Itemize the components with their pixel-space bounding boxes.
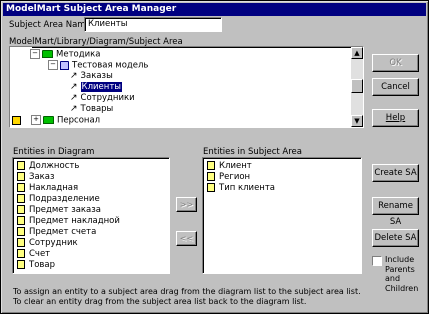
list-item-label: Тип клиента xyxy=(219,183,276,193)
entity-icon xyxy=(207,161,215,170)
list-item-label: Заказ xyxy=(29,172,55,182)
scroll-down-icon[interactable]: ▼ xyxy=(351,115,363,127)
entity-icon xyxy=(17,216,25,225)
tree-item-library-1[interactable]: − Методика xyxy=(30,49,100,60)
entity-icon xyxy=(207,172,215,181)
rename-sa-button[interactable]: Rename SA xyxy=(372,197,419,227)
diagram-list-label: Entities in Diagram xyxy=(13,147,95,157)
create-sa-button[interactable]: Create SA xyxy=(372,164,419,182)
delete-sa-button[interactable]: Delete SA xyxy=(372,229,419,247)
list-item[interactable]: Должность xyxy=(17,161,169,172)
entity-icon xyxy=(17,194,25,203)
tree-item-library-2[interactable]: + Персонал xyxy=(12,115,100,126)
subject-area-icon: ↗ xyxy=(70,93,78,103)
list-item[interactable]: Предмет счета xyxy=(17,227,169,238)
ok-button[interactable]: OK xyxy=(372,54,419,72)
subject-entity-list[interactable]: Клиент Регион Тип клиента xyxy=(202,157,362,274)
subject-area-manager-window: ModelMart Subject Area Manager Subject A… xyxy=(0,0,429,314)
library-icon xyxy=(42,50,53,58)
entity-icon xyxy=(17,172,25,181)
library-icon xyxy=(43,116,54,124)
expand-icon[interactable]: + xyxy=(31,115,41,125)
entity-icon xyxy=(17,205,25,214)
collapse-icon[interactable]: − xyxy=(30,49,40,59)
list-item[interactable]: Заказ xyxy=(17,172,169,183)
list-item-label: Регион xyxy=(219,172,251,182)
list-item[interactable]: Накладная xyxy=(17,183,169,194)
list-item-label: Предмет заказа xyxy=(29,205,101,215)
subject-list-label: Entities in Subject Area xyxy=(203,147,302,157)
list-item[interactable]: Тип клиента xyxy=(207,183,361,194)
tree-scrollbar[interactable]: ▲ ▼ xyxy=(351,47,363,127)
include-parents-label: Include Parents and Children xyxy=(385,255,419,293)
list-item[interactable]: Предмет заказа xyxy=(17,205,169,216)
list-item-label: Подразделение xyxy=(29,194,100,204)
entity-icon xyxy=(17,161,25,170)
subject-area-name-input[interactable]: Клиенты xyxy=(84,17,222,32)
window-title: ModelMart Subject Area Manager xyxy=(3,3,426,16)
list-item[interactable]: Клиент xyxy=(207,161,361,172)
tree-item-sa-1[interactable]: ↗ Заказы xyxy=(70,71,113,82)
tree-item-diagram[interactable]: − Тестовая модель xyxy=(48,60,148,71)
cancel-button[interactable]: Cancel xyxy=(372,78,419,96)
list-item-label: Должность xyxy=(29,161,80,171)
list-item-label: Предмет счета xyxy=(29,227,97,237)
remove-entity-button[interactable]: << xyxy=(176,231,197,246)
tree-item-sa-3[interactable]: ↗ Сотрудники xyxy=(70,93,135,104)
subject-area-name-label: Subject Area Name: xyxy=(9,20,94,30)
list-item-label: Счет xyxy=(29,249,51,259)
lock-icon xyxy=(12,115,21,125)
hint-assign: To assign an entity to a subject area dr… xyxy=(13,287,361,296)
subject-area-icon: ↗ xyxy=(70,71,78,81)
list-item-label: Товар xyxy=(29,260,56,270)
list-item-label: Сотрудник xyxy=(29,238,78,248)
list-item[interactable]: Счет xyxy=(17,249,169,260)
list-item[interactable]: Сотрудник xyxy=(17,238,169,249)
entity-icon xyxy=(17,260,25,269)
diagram-entity-list[interactable]: Должность Заказ Накладная Подразделение Пред… xyxy=(12,157,170,274)
list-item-label: Клиент xyxy=(219,161,252,171)
entity-icon xyxy=(17,227,25,236)
entity-icon xyxy=(17,249,25,258)
list-item[interactable]: Предмет накладной xyxy=(17,216,169,227)
help-button[interactable]: Help xyxy=(372,109,419,127)
subject-area-tree[interactable]: − Методика − Тестовая модель ↗ Заказы ↗ Клие… xyxy=(9,46,364,128)
diagram-icon xyxy=(60,60,69,70)
list-item[interactable]: Регион xyxy=(207,172,361,183)
list-item-label: Накладная xyxy=(29,183,79,193)
add-entity-button[interactable]: >> xyxy=(176,197,197,212)
tree-item-sa-2[interactable]: ↗ Клиенты xyxy=(70,82,122,93)
list-item[interactable]: Подразделение xyxy=(17,194,169,205)
list-item-label: Предмет накладной xyxy=(29,216,120,226)
list-item[interactable]: Товар xyxy=(17,260,169,271)
scroll-thumb[interactable] xyxy=(351,79,363,93)
scroll-up-icon[interactable]: ▲ xyxy=(351,47,363,59)
subject-area-icon: ↗ xyxy=(70,82,78,92)
entity-icon xyxy=(17,183,25,192)
entity-icon xyxy=(17,238,25,247)
tree-item-sa-4[interactable]: ↗ Товары xyxy=(70,104,113,115)
entity-icon xyxy=(207,183,215,192)
subject-area-icon: ↗ xyxy=(70,104,78,114)
collapse-icon[interactable]: − xyxy=(48,60,58,70)
include-parents-checkbox[interactable] xyxy=(372,256,382,266)
hint-clear: To clear an entity drag from the subject… xyxy=(13,297,307,306)
